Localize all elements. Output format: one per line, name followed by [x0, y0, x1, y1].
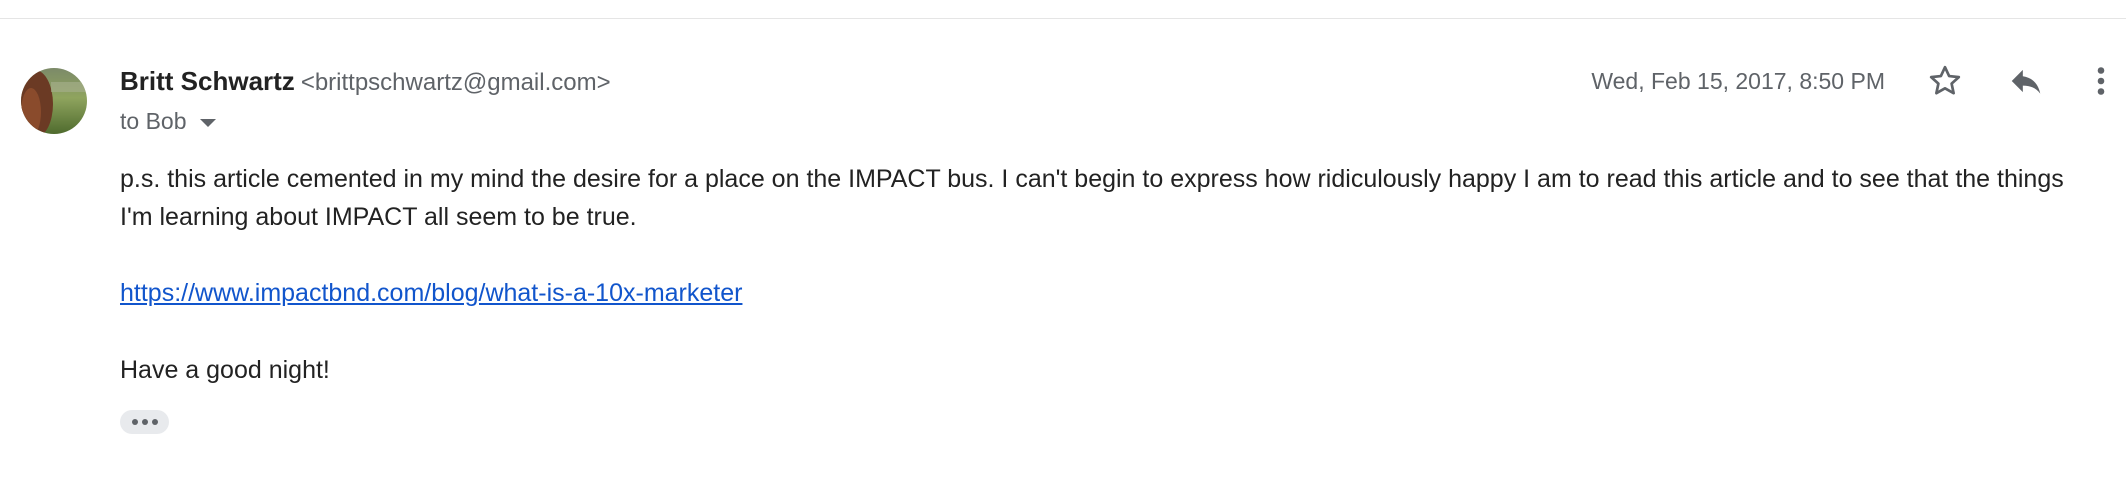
avatar[interactable] [21, 68, 87, 134]
ellipsis-dot [141, 419, 148, 425]
recipient-label: to Bob [120, 108, 187, 134]
recipient-details[interactable]: to Bob [120, 104, 216, 138]
star-icon [1929, 65, 1961, 95]
more-vert-icon [2097, 67, 2105, 95]
more-options-button[interactable] [2086, 58, 2116, 104]
sender-email: <brittpschwartz@gmail.com> [300, 69, 611, 96]
email-message-view: Britt Schwartz <brittpschwartz@gmail.com>… [0, 0, 2126, 480]
body-closing: Have a good night! [120, 356, 330, 384]
article-link[interactable]: https://www.impactbnd.com/blog/what-is-a… [120, 279, 742, 307]
message-body: p.s. this article cemented in my mind th… [120, 160, 2100, 236]
reply-button[interactable] [2003, 58, 2049, 104]
body-paragraph: p.s. this article cemented in my mind th… [120, 165, 2064, 231]
reply-icon [2011, 69, 2041, 94]
body-link-paragraph: https://www.impactbnd.com/blog/what-is-a… [120, 276, 742, 310]
show-trimmed-content-button[interactable] [120, 410, 169, 434]
sender-name[interactable]: Britt Schwartz [120, 66, 295, 96]
divider [0, 18, 2126, 19]
ellipsis-icon [131, 419, 138, 425]
message-timestamp: Wed, Feb 15, 2017, 8:50 PM [1591, 68, 1885, 94]
ellipsis-dot [151, 419, 158, 425]
star-button[interactable] [1922, 58, 1968, 104]
chevron-down-icon[interactable] [199, 119, 216, 127]
sender: Britt Schwartz <brittpschwartz@gmail.com> [120, 64, 611, 103]
